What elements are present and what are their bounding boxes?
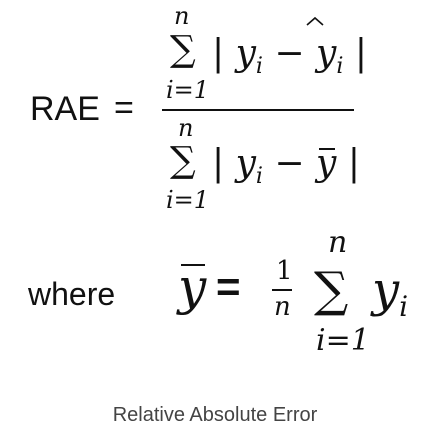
numerator-abs-open-y: | y	[212, 33, 256, 74]
numerator-sum-upper-limit: n	[174, 2, 190, 30]
where-sum-lower-limit: i=1	[316, 323, 370, 358]
rae-equals-sign: =	[114, 89, 134, 127]
numerator-abs-close: |	[354, 33, 368, 74]
numerator-subscript-i: i	[255, 54, 263, 79]
denominator-expression: | yi − y |	[212, 143, 360, 188]
where-y-bar-symbol: y	[178, 258, 207, 316]
denominator-y-bar: y	[316, 143, 337, 184]
formula-image: RAE = n ∑ i=1 | yi − yi | n ∑ i=1 | yi −…	[0, 0, 430, 380]
numerator-minus: −	[274, 33, 305, 74]
where-fraction-bar	[272, 289, 292, 291]
numerator-y-hat: y	[316, 33, 337, 74]
denominator-abs-open-y: | y	[212, 143, 256, 184]
where-term-subscript-i: i	[399, 290, 409, 323]
denominator-abs-close: |	[347, 143, 360, 184]
where-fraction-numerator: 1	[276, 256, 293, 286]
where-equals-sign: =	[216, 263, 241, 310]
where-fraction-denominator: n	[274, 292, 291, 322]
page: RAE = n ∑ i=1 | yi − yi | n ∑ i=1 | yi −…	[0, 0, 430, 430]
where-sigma: ∑	[314, 262, 349, 318]
where-sum-upper-limit: n	[328, 225, 348, 260]
numerator-expression: | yi − yi |	[212, 33, 368, 78]
denominator-subscript-i: i	[255, 164, 263, 189]
numerator-subscript-i-2: i	[336, 54, 344, 79]
denominator-sum-lower-limit: i=1	[166, 186, 210, 214]
numerator-sigma: ∑	[170, 29, 196, 70]
denominator-sigma: ∑	[170, 140, 196, 181]
rae-fraction-bar	[162, 109, 354, 111]
where-term-y: y	[372, 262, 400, 318]
y-hat-caret-icon	[306, 16, 324, 26]
numerator-sum-lower-limit: i=1	[166, 76, 210, 104]
where-y-bar: y	[178, 262, 206, 312]
denominator-sum-upper-limit: n	[178, 114, 194, 142]
rae-label: RAE	[30, 90, 100, 128]
image-caption: Relative Absolute Error	[112, 404, 318, 426]
where-sum-term: yi	[372, 266, 408, 321]
denominator-minus: −	[274, 143, 305, 184]
where-label: where	[28, 276, 116, 312]
